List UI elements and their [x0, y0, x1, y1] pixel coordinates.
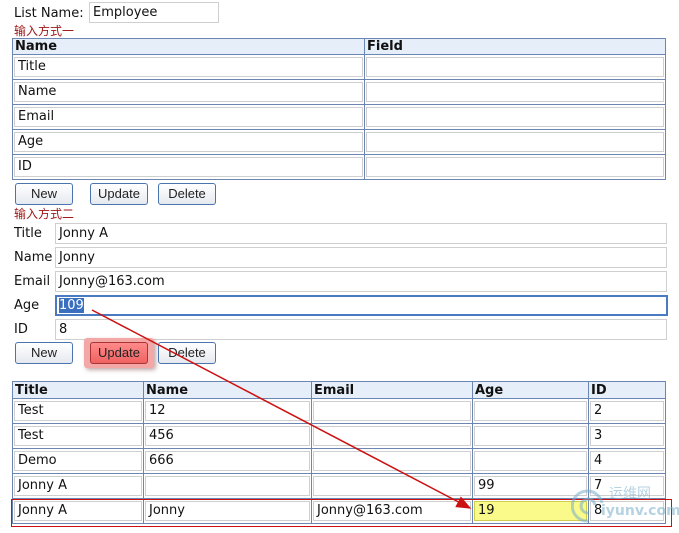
age-label: Age — [14, 298, 40, 313]
name-cell[interactable]: 456 — [145, 426, 310, 446]
section1-caption: 输入方式一 — [14, 24, 75, 38]
table-row: Test 12 2 — [12, 398, 666, 424]
table-row: Jonny A 99 7 — [12, 473, 666, 499]
results-table: Title Name Email Age ID Test 12 2 Test 4… — [12, 381, 666, 524]
table-row: Title — [12, 54, 666, 80]
id-cell[interactable]: 4 — [590, 451, 664, 471]
age-input[interactable]: 109 — [55, 295, 668, 316]
id-input[interactable]: 8 — [55, 319, 667, 340]
column-header-title: Title — [12, 381, 144, 399]
table-row: ID — [12, 154, 666, 180]
section1-new-button[interactable]: New — [15, 183, 73, 205]
name-cell-input[interactable]: Title — [14, 57, 363, 77]
email-cell[interactable]: Jonny@163.com — [313, 501, 471, 521]
name-cell[interactable] — [145, 476, 310, 496]
age-cell[interactable] — [474, 401, 587, 421]
name-label: Name — [14, 250, 53, 265]
name-cell-input[interactable]: Name — [14, 82, 363, 102]
name-cell[interactable]: 12 — [145, 401, 310, 421]
section1-delete-button[interactable]: Delete — [158, 183, 216, 205]
name-cell[interactable]: Jonny — [145, 501, 310, 521]
section2-caption: 输入方式二 — [14, 207, 75, 221]
section1-update-button[interactable]: Update — [90, 183, 148, 205]
email-cell[interactable] — [313, 401, 471, 421]
name-cell-input[interactable]: Age — [14, 132, 363, 152]
email-input[interactable]: Jonny@163.com — [55, 271, 667, 292]
list-name-label: List Name: — [14, 6, 84, 21]
age-cell-updated[interactable]: 19 — [474, 501, 587, 521]
section2-update-button[interactable]: Update — [90, 342, 148, 364]
title-cell[interactable]: Jonny A — [14, 476, 142, 496]
table-row: Email — [12, 104, 666, 130]
column-header-age: Age — [472, 381, 589, 399]
title-cell[interactable]: Test — [14, 426, 142, 446]
title-cell[interactable]: Jonny A — [14, 501, 142, 521]
table-row: Test 456 3 — [12, 423, 666, 449]
list-name-input[interactable]: Employee — [89, 2, 219, 23]
name-input[interactable]: Jonny — [55, 247, 667, 268]
field-cell-input[interactable] — [366, 107, 664, 127]
age-cell[interactable]: 99 — [474, 476, 587, 496]
email-label: Email — [14, 274, 51, 289]
title-label: Title — [14, 226, 42, 241]
field-cell-input[interactable] — [366, 82, 664, 102]
field-definition-table: Name Field Title Name Email Age ID — [12, 38, 666, 180]
id-cell[interactable]: 7 — [590, 476, 664, 496]
column-header-name: Name — [12, 38, 365, 55]
table-row: Age — [12, 129, 666, 155]
id-cell[interactable]: 2 — [590, 401, 664, 421]
title-cell[interactable]: Demo — [14, 451, 142, 471]
age-input-selected-text: 109 — [59, 298, 84, 313]
field-cell-input[interactable] — [366, 57, 664, 77]
email-cell[interactable] — [313, 476, 471, 496]
column-header-field: Field — [364, 38, 666, 55]
name-cell[interactable]: 666 — [145, 451, 310, 471]
title-input[interactable]: Jonny A — [55, 223, 667, 244]
table-row: Name — [12, 79, 666, 105]
age-cell[interactable] — [474, 451, 587, 471]
field-cell-input[interactable] — [366, 132, 664, 152]
id-label: ID — [14, 322, 28, 337]
section2-delete-button[interactable]: Delete — [158, 342, 216, 364]
name-cell-input[interactable]: ID — [14, 157, 363, 177]
email-cell[interactable] — [313, 426, 471, 446]
age-cell[interactable] — [474, 426, 587, 446]
table-row: Demo 666 4 — [12, 448, 666, 474]
section2-new-button[interactable]: New — [15, 342, 73, 364]
field-cell-input[interactable] — [366, 157, 664, 177]
table-row: Jonny A Jonny Jonny@163.com 19 8 — [12, 498, 666, 524]
id-cell[interactable]: 3 — [590, 426, 664, 446]
column-header-email: Email — [311, 381, 473, 399]
id-cell[interactable]: 8 — [590, 501, 664, 521]
email-cell[interactable] — [313, 451, 471, 471]
column-header-id: ID — [588, 381, 666, 399]
column-header-name: Name — [143, 381, 312, 399]
name-cell-input[interactable]: Email — [14, 107, 363, 127]
title-cell[interactable]: Test — [14, 401, 142, 421]
